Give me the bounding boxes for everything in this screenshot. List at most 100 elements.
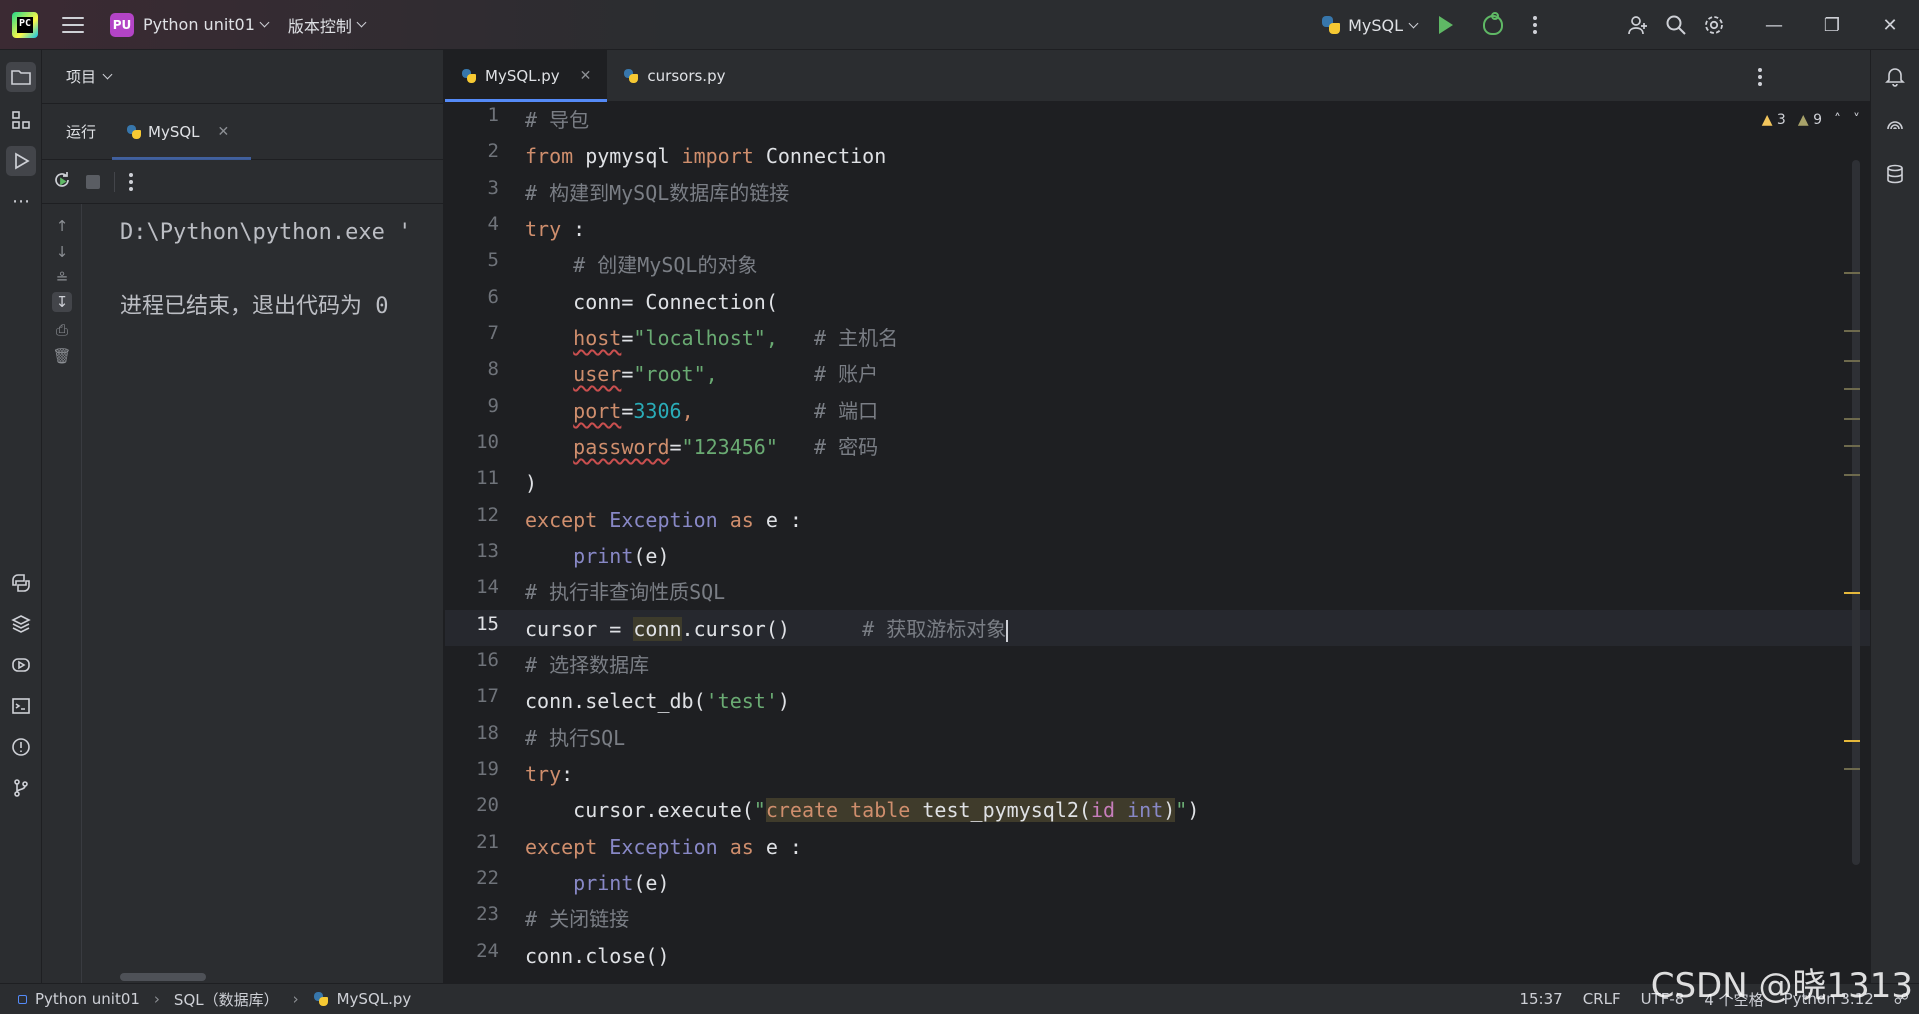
console-output[interactable]: D:\Python\python.exe ' 进程已结束，退出代码为 0 [120,204,446,984]
breadcrumb-project[interactable]: Python unit01 [35,990,140,1008]
run-tool-window: 项目 运行 MySQL ✕ ↑ ↓ ≗ ↧ ⎙ 🗑 D:\Python\pyth… [42,50,446,984]
arrow-up-icon[interactable]: ↑ [52,216,72,236]
structure-icon[interactable] [6,105,36,135]
run-icon[interactable] [1439,16,1453,34]
vcs-menu-label: 版本控制 [287,16,352,36]
tab-run-mysql[interactable]: MySQL ✕ [111,104,252,160]
code-area[interactable]: # 导包 from pymysql import Connection # 构建… [525,102,1835,983]
services-icon[interactable] [6,650,36,680]
chevron-up-icon[interactable]: ˄ [1834,112,1841,128]
chevron-down-icon [1408,18,1419,28]
line-number: 5 [487,249,499,271]
project-view-header[interactable]: 项目 [42,50,443,104]
ide-window: PC PU Python unit01 版本控制 MySQL — ❐ ✕ ⋯ 项… [0,0,1919,1014]
more-options-icon[interactable] [129,172,133,191]
scroll-to-end-icon[interactable]: ↧ [52,292,72,312]
vcs-menu[interactable]: 版本控制 [287,13,367,37]
project-selector[interactable]: Python unit01 [143,15,270,34]
python-file-icon [623,68,639,84]
line-number: 10 [476,431,499,453]
code-line-21: except Exception as e : [525,835,802,859]
more-actions-icon[interactable] [1533,16,1537,34]
problems-icon[interactable] [6,732,36,762]
horizontal-scrollbar[interactable] [120,973,206,981]
terminal-icon[interactable] [6,691,36,721]
notifications-bell-icon[interactable] [1883,64,1907,88]
close-button[interactable]: ✕ [1861,0,1919,50]
close-tab-icon[interactable]: ✕ [218,124,230,140]
project-badge[interactable]: PU [110,12,134,37]
restore-button[interactable]: ❐ [1803,0,1861,50]
run-toolbar [42,160,443,204]
chevron-right-icon: › [292,990,299,1008]
clear-trash-icon[interactable]: 🗑 [52,346,72,366]
project-folder-icon[interactable] [6,62,36,92]
breadcrumb-folder[interactable]: SQL（数据库） [174,989,279,1010]
code-line-12: except Exception as e : [525,508,802,532]
line-number-current: 15 [476,613,499,635]
breadcrumb-file[interactable]: MySQL.py [337,990,412,1008]
line-number: 21 [476,831,499,853]
tab-cursors-py[interactable]: cursors.py [607,50,741,101]
arrow-down-icon[interactable]: ↓ [52,242,72,262]
code-line-11: ) [525,471,538,495]
line-number-gutter[interactable]: 1 2 3 4 5 6 7 8 9 10 11 12 13 14 15 16 1… [445,102,507,983]
scroll-marker-warning [1844,592,1860,594]
code-editor: MySQL.py ✕ cursors.py ▲ 3 ▲ 9 ˄ ˅ 1 2 3 … [445,50,1870,983]
code-line-5: # 创建MySQL的对象 [525,253,758,277]
watermark: CSDN @晓1313 [1650,966,1913,1006]
add-user-icon[interactable] [1627,14,1649,36]
line-number: 22 [476,867,499,889]
settings-gear-icon[interactable] [1703,14,1725,36]
code-line-16: # 选择数据库 [525,653,650,677]
main-menu-icon[interactable] [62,16,84,33]
line-number: 13 [476,540,499,562]
close-tab-icon[interactable]: ✕ [580,68,592,84]
scroll-marker [1844,445,1860,447]
chevron-right-icon: › [153,990,160,1008]
python-console-icon[interactable] [6,568,36,598]
search-icon[interactable] [1665,14,1687,36]
code-line-4: try : [525,217,586,241]
run-config-selector[interactable]: MySQL [1321,15,1419,35]
rerun-icon[interactable] [52,170,72,194]
run-tool-title: 运行 [66,123,97,141]
scroll-marker [1844,330,1860,332]
code-line-24: conn.close() [525,944,670,968]
line-number: 6 [487,286,499,308]
code-line-3: # 构建到MySQL数据库的链接 [525,181,790,205]
run-tool-icon[interactable] [6,146,36,176]
chevron-down-icon[interactable]: ˅ [1853,112,1860,128]
git-branch-icon[interactable] [6,773,36,803]
debug-icon[interactable] [1483,12,1503,35]
scroll-marker [1844,360,1860,362]
soft-wrap-icon[interactable]: ≗ [52,268,72,288]
run-tab-label: MySQL [148,122,200,141]
print-icon[interactable]: ⎙ [52,320,72,340]
stop-icon[interactable] [86,174,100,189]
python-icon [1321,15,1341,35]
code-line-23: # 关闭链接 [525,907,630,931]
database-icon[interactable] [1883,162,1907,186]
editor-tab-options-icon[interactable] [1758,68,1762,86]
tab-mysql-py[interactable]: MySQL.py ✕ [445,50,608,102]
ai-assistant-icon[interactable] [1883,114,1907,138]
code-line-8: user="root", # 账户 [573,362,879,386]
code-line-13: print(e) [525,544,670,568]
right-tool-strip [1870,50,1919,983]
console-line: D:\Python\python.exe ' [120,220,412,245]
line-separator[interactable]: CRLF [1583,990,1621,1008]
title-bar-right: MySQL — ❐ ✕ [1321,0,1919,50]
code-line-15-current: cursor = conn.cursor() # 获取游标对象 [525,617,1009,642]
caret-position[interactable]: 15:37 [1519,990,1562,1008]
line-number: 20 [476,794,499,816]
line-number: 2 [487,140,499,162]
vertical-scrollbar[interactable] [1844,160,1860,865]
chevron-down-icon [356,17,367,28]
line-number: 17 [476,685,499,707]
scroll-marker [1844,418,1860,420]
line-number: 14 [476,576,499,598]
minimize-button[interactable]: — [1745,0,1803,50]
python-packages-icon[interactable] [6,609,36,639]
more-tools-icon[interactable]: ⋯ [6,186,36,216]
